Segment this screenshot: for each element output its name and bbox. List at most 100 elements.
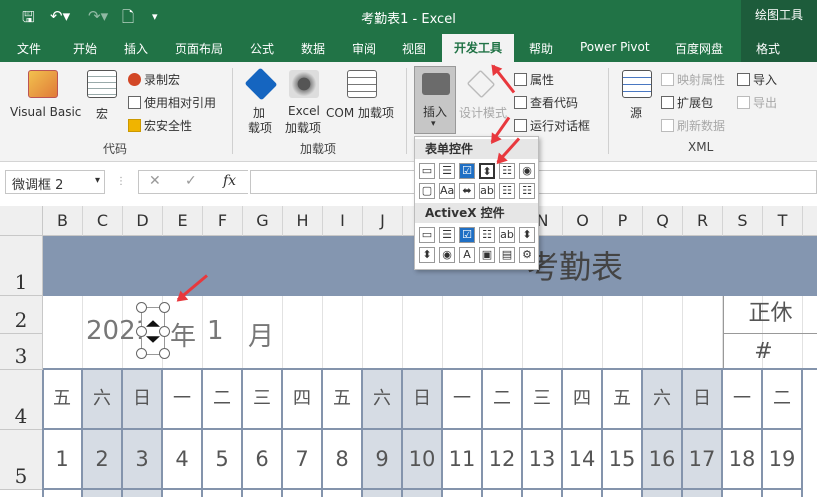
weekday-cell[interactable]: 二 <box>763 370 803 430</box>
scroll-bar-icon[interactable]: ⬌ <box>459 183 475 199</box>
tab-insert[interactable]: 插入 <box>124 40 148 57</box>
ax-image-icon[interactable]: ▣ <box>479 247 495 263</box>
weekday-cell[interactable]: 日 <box>123 370 163 430</box>
ax-more-controls-icon[interactable]: ⚙ <box>519 247 535 263</box>
column-header[interactable]: T <box>763 206 803 236</box>
ax-list-icon[interactable]: ☷ <box>479 227 495 243</box>
weekday-cell[interactable]: 五 <box>43 370 83 430</box>
ax-label-icon[interactable]: A <box>459 247 475 263</box>
row-header[interactable]: 3 <box>0 334 43 370</box>
next-row-cell[interactable] <box>563 490 603 497</box>
ax-checkbox-icon[interactable]: ☑ <box>459 227 475 243</box>
weekday-cell[interactable]: 六 <box>643 370 683 430</box>
weekday-cell[interactable]: 三 <box>523 370 563 430</box>
source-button[interactable]: 源 <box>630 104 642 121</box>
day-cell[interactable]: 9 <box>363 430 403 490</box>
weekday-cell[interactable]: 一 <box>443 370 483 430</box>
combo-box-icon[interactable]: ☰ <box>439 163 455 179</box>
day-cell[interactable]: 2 <box>83 430 123 490</box>
column-header[interactable]: D <box>123 206 163 236</box>
day-cell[interactable]: 10 <box>403 430 443 490</box>
day-cell[interactable]: 3 <box>123 430 163 490</box>
tab-help[interactable]: 帮助 <box>529 40 553 57</box>
column-header[interactable]: P <box>603 206 643 236</box>
next-row-cell[interactable] <box>363 490 403 497</box>
option-button-icon[interactable]: ◉ <box>519 163 535 179</box>
next-row-cell[interactable] <box>683 490 723 497</box>
record-macro-button[interactable]: 录制宏 <box>128 71 180 88</box>
next-row-cell[interactable] <box>603 490 643 497</box>
excel-addins-button[interactable]: Excel <box>288 104 320 118</box>
ax-spin-icon[interactable]: ⬍ <box>419 247 435 263</box>
weekday-cell[interactable]: 五 <box>603 370 643 430</box>
column-header[interactable]: G <box>243 206 283 236</box>
row-header[interactable]: 2 <box>0 296 43 334</box>
day-cell[interactable]: 8 <box>323 430 363 490</box>
column-header[interactable]: S <box>723 206 763 236</box>
resize-handle[interactable] <box>159 302 170 313</box>
next-row-cell[interactable] <box>163 490 203 497</box>
day-cell[interactable]: 14 <box>563 430 603 490</box>
formula-bar-drag-handle[interactable]: ⋮ <box>116 176 126 187</box>
tab-formulas[interactable]: 公式 <box>250 40 274 57</box>
insert-function-button[interactable]: fx <box>223 173 236 189</box>
day-cell[interactable]: 1 <box>43 430 83 490</box>
worksheet-grid[interactable]: BCDEFGHIJKLMNOPQRST 12345 考勤表2021年1月正休#五… <box>0 206 817 497</box>
ax-combo-icon[interactable]: ☰ <box>439 227 455 243</box>
next-row-cell[interactable] <box>443 490 483 497</box>
column-header[interactable]: H <box>283 206 323 236</box>
resize-handle[interactable] <box>136 348 147 359</box>
weekday-cell[interactable]: 二 <box>483 370 523 430</box>
resize-handle[interactable] <box>136 326 147 337</box>
column-header[interactable]: I <box>323 206 363 236</box>
tab-format[interactable]: 格式 <box>756 40 780 57</box>
day-cell[interactable]: 6 <box>243 430 283 490</box>
next-row-cell[interactable] <box>83 490 123 497</box>
tab-home[interactable]: 开始 <box>73 40 97 57</box>
import-button[interactable]: 导入 <box>737 71 777 88</box>
com-addins-button[interactable]: COM 加载项 <box>326 104 394 121</box>
weekday-cell[interactable]: 六 <box>83 370 123 430</box>
text-field-icon[interactable]: ab <box>479 183 495 199</box>
group-box-icon[interactable]: ▢ <box>419 183 435 199</box>
next-row-cell[interactable] <box>323 490 363 497</box>
column-header[interactable]: F <box>203 206 243 236</box>
refresh-data-button[interactable]: 刷新数据 <box>661 117 725 134</box>
select-all-corner[interactable] <box>0 206 43 236</box>
export-button[interactable]: 导出 <box>737 94 777 111</box>
weekday-cell[interactable]: 日 <box>403 370 443 430</box>
weekday-cell[interactable]: 四 <box>283 370 323 430</box>
next-row-cell[interactable] <box>403 490 443 497</box>
column-header[interactable]: B <box>43 206 83 236</box>
next-row-cell[interactable] <box>283 490 323 497</box>
day-cell[interactable]: 7 <box>283 430 323 490</box>
row-header[interactable]: 1 <box>0 236 43 296</box>
weekday-cell[interactable]: 二 <box>203 370 243 430</box>
day-cell[interactable]: 4 <box>163 430 203 490</box>
resize-handle[interactable] <box>159 326 170 337</box>
label-icon[interactable]: Aa <box>439 183 455 199</box>
next-row-cell[interactable] <box>643 490 683 497</box>
weekday-cell[interactable]: 一 <box>723 370 763 430</box>
name-box[interactable]: 微调框 2 ▾ <box>5 170 105 194</box>
tab-file[interactable]: 文件 <box>17 40 41 57</box>
weekday-cell[interactable]: 日 <box>683 370 723 430</box>
next-row-cell[interactable] <box>523 490 563 497</box>
day-cell[interactable]: 11 <box>443 430 483 490</box>
expansion-packs-button[interactable]: 扩展包 <box>661 94 713 111</box>
column-header[interactable]: C <box>83 206 123 236</box>
run-dialog-button[interactable]: 运行对话框 <box>514 117 590 134</box>
resize-handle[interactable] <box>136 302 147 313</box>
cancel-button[interactable]: ✕ <box>149 173 161 189</box>
resize-handle[interactable] <box>159 348 170 359</box>
day-cell[interactable]: 5 <box>203 430 243 490</box>
use-relative-refs-button[interactable]: 使用相对引用 <box>128 94 216 111</box>
row-header[interactable]: 4 <box>0 370 43 430</box>
next-row-cell[interactable] <box>483 490 523 497</box>
macro-security-button[interactable]: 宏安全性 <box>128 117 192 134</box>
day-cell[interactable]: 16 <box>643 430 683 490</box>
weekday-cell[interactable]: 六 <box>363 370 403 430</box>
spin-down-icon[interactable] <box>146 336 160 343</box>
column-header[interactable]: R <box>683 206 723 236</box>
combo-list-icon[interactable]: ☷ <box>499 183 515 199</box>
